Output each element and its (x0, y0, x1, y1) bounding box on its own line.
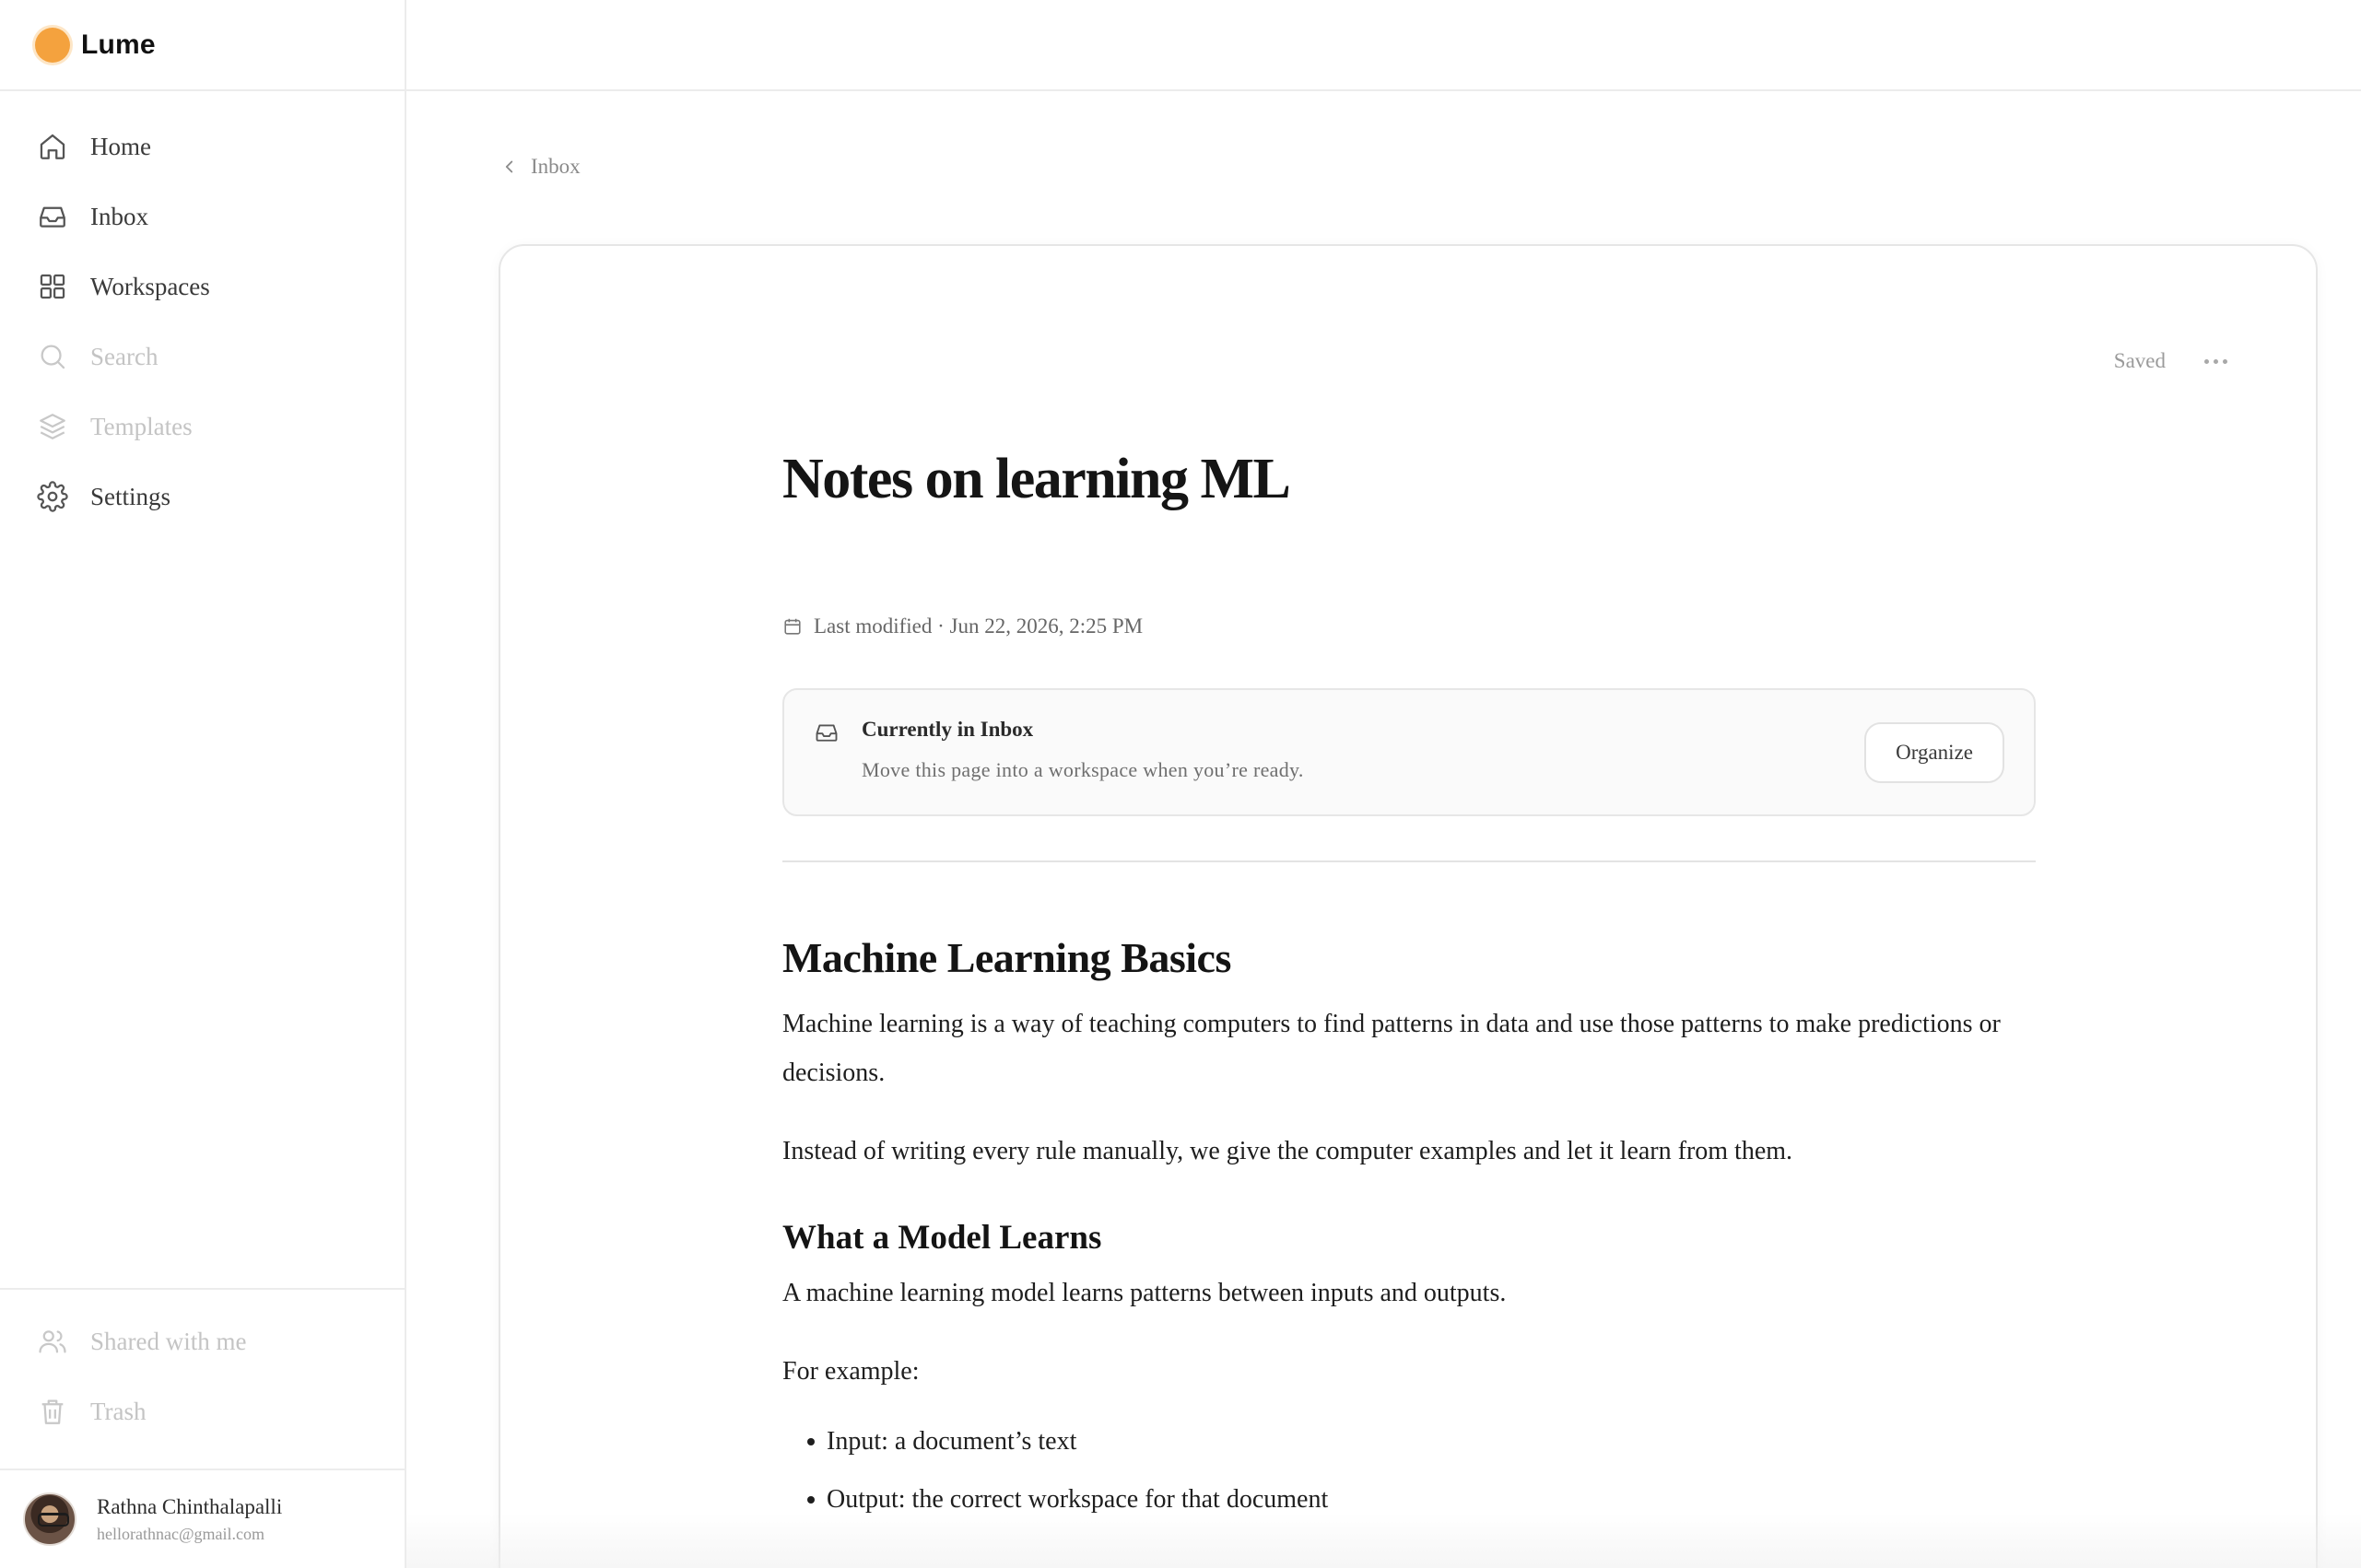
sidebar-item-label: Home (90, 132, 151, 160)
sidebar-item-home[interactable]: Home (0, 111, 405, 181)
top-bar (406, 0, 2361, 91)
paragraph: Machine learning is a way of teaching co… (782, 1010, 2001, 1088)
gear-icon (37, 481, 68, 512)
sidebar: Lume Home Inbox Workspaces Search Templa… (0, 0, 406, 1568)
sidebar-item-shared[interactable]: Shared with me (0, 1306, 406, 1376)
search-icon (41, 345, 65, 369)
sidebar-item-label: Search (90, 342, 159, 370)
breadcrumb-back[interactable]: Inbox (499, 155, 581, 179)
sidebar-item-trash[interactable]: Trash (0, 1376, 406, 1446)
page-title[interactable]: Notes on learning ML (782, 447, 1291, 512)
sidebar-item-label: Workspaces (90, 272, 210, 300)
last-modified: Last modified · Jun 22, 2026, 2:25 PM (782, 614, 1143, 638)
sidebar-bottom-nav: Shared with me Trash (0, 1288, 406, 1446)
sidebar-item-label: Settings (90, 482, 171, 510)
layers-icon (40, 414, 65, 439)
brand-name: Lume (81, 29, 156, 60)
inbox-notice: Currently in Inbox Move this page into a… (782, 688, 2036, 816)
more-dot-icon (2214, 358, 2218, 364)
paragraph: For example: (782, 1356, 920, 1386)
trash-icon (41, 1399, 64, 1424)
user-email: hellorathnac@gmail.com (97, 1524, 265, 1543)
sidebar-item-workspaces[interactable]: Workspaces (0, 252, 405, 322)
breadcrumb-label: Inbox (531, 155, 581, 178)
inbox-icon (816, 724, 838, 742)
brand[interactable]: Lume (0, 0, 405, 91)
chevron-left-icon (505, 160, 513, 173)
more-dot-icon (2223, 358, 2227, 364)
avatar (23, 1492, 76, 1546)
calendar-icon (784, 618, 801, 635)
list-item: Input: a document’s text (782, 1412, 2036, 1470)
sidebar-item-label: Templates (90, 412, 193, 440)
user-name: Rathna Chinthalapalli (97, 1494, 283, 1518)
inbox-icon (40, 206, 65, 228)
more-options-button[interactable] (2201, 356, 2231, 368)
paragraph: Instead of writing every rule manually, … (782, 1137, 1793, 1166)
list-item: Output: the correct workspace for that d… (782, 1470, 2036, 1528)
sidebar-item-settings[interactable]: Settings (0, 462, 405, 532)
user-profile[interactable]: Rathna Chinthalapalli hellorathnac@gmail… (0, 1469, 406, 1568)
sidebar-item-label: Shared with me (90, 1327, 247, 1355)
users-icon (39, 1330, 66, 1353)
sidebar-item-search[interactable]: Search (0, 322, 405, 392)
notice-title: Currently in Inbox (862, 718, 1034, 741)
notice-subtitle: Move this page into a workspace when you… (862, 758, 1304, 781)
sidebar-item-label: Inbox (90, 202, 148, 230)
sidebar-nav: Home Inbox Workspaces Search Templates S… (0, 91, 405, 532)
document-card: Saved Notes on learning ML Last modified… (499, 244, 2318, 1568)
organize-button[interactable]: Organize (1864, 722, 2004, 783)
sidebar-item-label: Trash (90, 1397, 147, 1425)
sidebar-item-templates[interactable]: Templates (0, 392, 405, 462)
grid-icon (40, 274, 65, 299)
divider (782, 860, 2036, 862)
brand-logo-icon (35, 27, 70, 63)
heading-what-a-model-learns: What a Model Learns (782, 1219, 1102, 1258)
user-info: Rathna Chinthalapalli hellorathnac@gmail… (97, 1495, 282, 1544)
document-content[interactable]: Machine Learning Basics Machine learning… (782, 932, 2036, 1528)
more-dot-icon (2204, 358, 2209, 364)
paragraph: A machine learning model learns patterns… (782, 1278, 1507, 1307)
sidebar-item-inbox[interactable]: Inbox (0, 181, 405, 252)
save-status: Saved (2113, 349, 2166, 372)
heading-machine-learning-basics: Machine Learning Basics (782, 934, 1231, 981)
bullet-list: Input: a document’s text Output: the cor… (782, 1412, 2036, 1528)
last-modified-text: Last modified · Jun 22, 2026, 2:25 PM (814, 614, 1144, 638)
document-status-bar: Saved (2114, 349, 2231, 373)
home-icon (40, 134, 65, 159)
